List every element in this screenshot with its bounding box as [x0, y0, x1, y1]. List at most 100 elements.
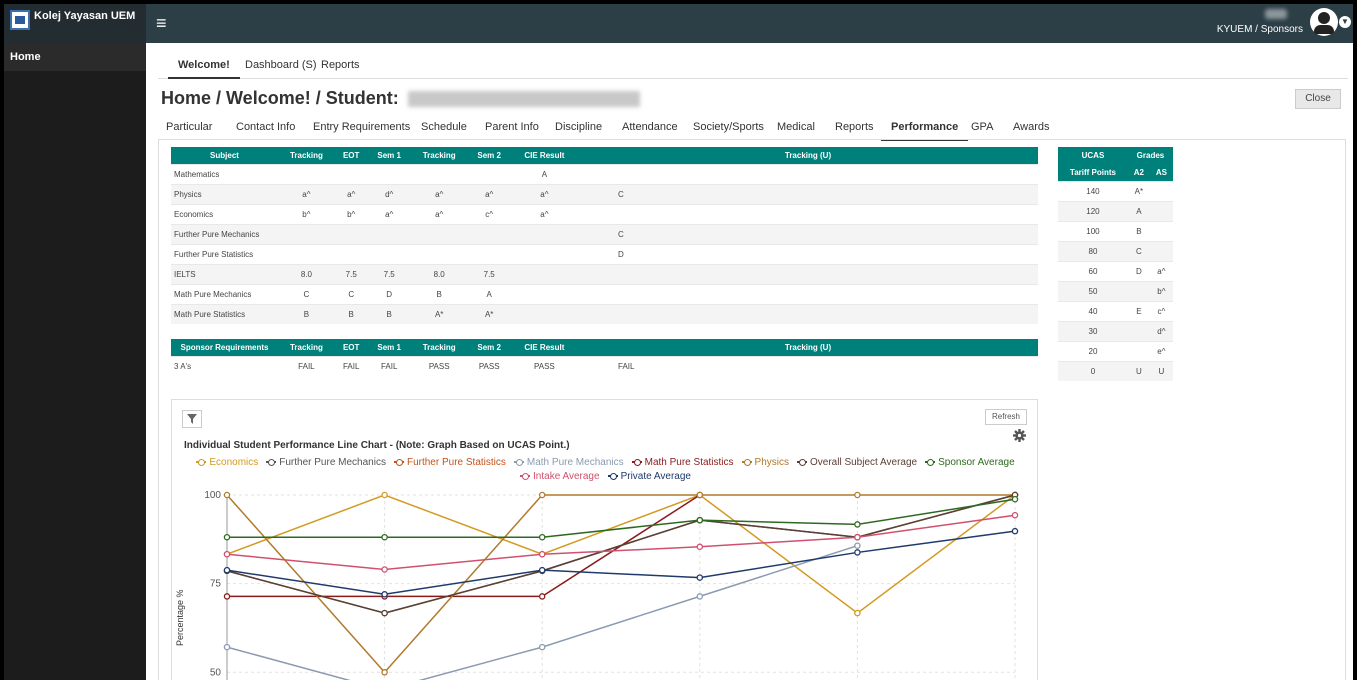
sidebar-item-home[interactable]: Home	[4, 43, 146, 71]
as-header: AS	[1149, 164, 1173, 181]
legend-item[interactable]: Intake Average	[520, 470, 600, 484]
legend-item[interactable]: Math Pure Mechanics	[513, 456, 624, 470]
subjects-header: CIE Result	[510, 147, 578, 164]
legend-item[interactable]: Private Average	[607, 470, 691, 484]
table-cell	[334, 243, 368, 264]
table-cell: 7.5	[467, 263, 511, 284]
table-cell	[510, 263, 578, 284]
table-cell	[367, 163, 411, 184]
refresh-button[interactable]: Refresh	[985, 409, 1027, 425]
table-cell: PASS	[467, 355, 511, 376]
table-cell: 100	[1058, 220, 1128, 241]
subtab-performance[interactable]: Performance	[880, 121, 969, 141]
table-cell: Mathematics	[171, 163, 278, 184]
data-point	[696, 491, 704, 499]
top-bar: Kolej Yayasan UEM ≡ KYUEM / Sponsors ▼	[4, 4, 1353, 43]
legend-item[interactable]: Physics	[741, 456, 789, 470]
subtab-reports[interactable]: Reports	[835, 121, 874, 133]
data-point	[1011, 527, 1019, 535]
subtab-awards[interactable]: Awards	[1013, 121, 1049, 133]
subtab-gpa[interactable]: GPA	[971, 121, 993, 133]
table-cell: A	[510, 163, 578, 184]
top-tabs: Welcome! Dashboard (S) Reports	[158, 53, 1348, 79]
subtab-schedule[interactable]: Schedule	[421, 121, 467, 133]
chart-title: Individual Student Performance Line Char…	[184, 440, 570, 451]
settings-gear-icon[interactable]	[1013, 429, 1026, 445]
table-cell	[467, 223, 511, 244]
legend-item[interactable]: Math Pure Statistics	[631, 456, 734, 470]
close-button[interactable]: Close	[1295, 89, 1341, 109]
table-cell	[578, 203, 1038, 224]
data-point	[696, 543, 704, 551]
table-cell: B	[1127, 220, 1150, 241]
table-cell: D	[578, 243, 1038, 264]
legend-item[interactable]: Further Pure Mechanics	[266, 456, 386, 470]
app-window: Kolej Yayasan UEM ≡ KYUEM / Sponsors ▼ H…	[4, 4, 1353, 680]
legend-item[interactable]: Sponsor Average	[925, 456, 1015, 470]
table-cell: Math Pure Mechanics	[171, 283, 278, 304]
table-row: 30 d^	[1058, 320, 1173, 341]
table-cell	[367, 223, 411, 244]
data-point	[1011, 496, 1019, 503]
data-point	[223, 550, 231, 558]
tab-welcome[interactable]: Welcome!	[168, 59, 240, 79]
table-cell: Further Pure Statistics	[171, 243, 278, 264]
subtab-parent-info[interactable]: Parent Info	[485, 121, 539, 133]
tab-dashboard-s[interactable]: Dashboard (S)	[245, 59, 317, 71]
table-cell: FAIL	[334, 355, 368, 376]
data-point	[381, 491, 388, 499]
legend-marker-icon	[925, 458, 936, 467]
user-menu-chevron-icon[interactable]: ▼	[1339, 16, 1351, 28]
data-point	[854, 533, 861, 541]
table-row: Economics b^ b^ a^ a^ c^ a^	[171, 203, 1038, 224]
filter-button[interactable]	[182, 410, 202, 428]
school-logo-icon	[10, 10, 30, 30]
app-name: Kolej Yayasan UEM	[34, 10, 136, 22]
legend-item[interactable]: Further Pure Statistics	[393, 456, 506, 470]
tab-reports[interactable]: Reports	[321, 59, 360, 71]
table-row: 0UU	[1058, 360, 1173, 381]
table-cell: a^	[410, 183, 468, 204]
table-cell: 60	[1058, 260, 1128, 281]
ucas-header: UCAS	[1058, 147, 1128, 164]
legend-label: Sponsor Average	[938, 457, 1015, 468]
subtab-contact-info[interactable]: Contact Info	[236, 121, 295, 133]
table-cell: 8.0	[278, 263, 335, 284]
hamburger-menu-icon[interactable]: ≡	[156, 13, 167, 34]
data-point	[538, 550, 546, 558]
a2-header: A2	[1127, 164, 1150, 181]
subtab-particular[interactable]: Particular	[166, 121, 212, 133]
legend-item[interactable]: Economics	[196, 456, 258, 470]
subtab-attendance[interactable]: Attendance	[622, 121, 678, 133]
data-point	[538, 533, 546, 541]
series-line	[226, 530, 1016, 596]
subtab-society-sports[interactable]: Society/Sports	[693, 121, 764, 133]
subtab-entry-requirements[interactable]: Entry Requirements	[313, 121, 410, 133]
table-cell: D	[367, 283, 411, 304]
table-row: 100 B	[1058, 220, 1173, 241]
subtab-medical[interactable]: Medical	[777, 121, 815, 133]
subtab-discipline[interactable]: Discipline	[555, 121, 602, 133]
table-cell: FAIL	[578, 355, 1038, 376]
brand[interactable]: Kolej Yayasan UEM	[4, 4, 146, 43]
table-cell: a^	[467, 183, 511, 204]
data-point	[696, 516, 704, 524]
table-row: Math Pure Statistics B B B A* A*	[171, 303, 1038, 324]
table-cell	[1127, 320, 1150, 341]
data-point	[223, 491, 231, 499]
sponsor-header: EOT	[334, 339, 368, 356]
table-cell: a^	[510, 203, 578, 224]
legend-item[interactable]: Overall Subject Average	[796, 456, 917, 470]
legend-marker-icon	[631, 458, 642, 467]
legend-marker-icon	[741, 458, 752, 467]
table-row: 50 b^	[1058, 280, 1173, 301]
data-point	[381, 609, 388, 617]
legend-label: Private Average	[620, 471, 691, 482]
table-cell: C	[578, 223, 1038, 244]
table-row: Further Pure Statistics D	[171, 243, 1038, 264]
user-avatar-icon[interactable]	[1310, 8, 1338, 36]
table-cell	[1127, 280, 1150, 301]
table-cell	[467, 243, 511, 264]
table-cell	[334, 163, 368, 184]
table-cell: Physics	[171, 183, 278, 204]
